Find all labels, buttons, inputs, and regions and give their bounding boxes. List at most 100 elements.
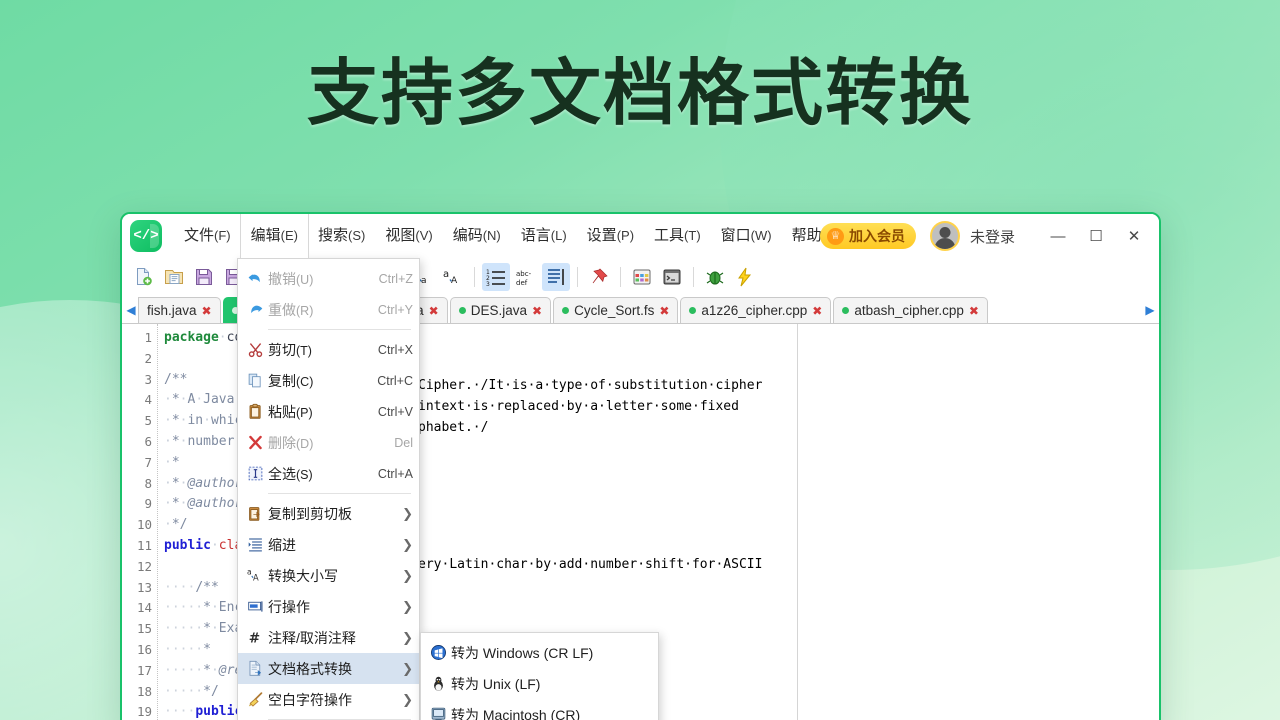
menu-item-copy[interactable]: 复制(C) Ctrl+C — [238, 365, 419, 396]
menu-label: 搜索 — [317, 227, 348, 244]
menu-language[interactable]: 语言(L) — [511, 214, 577, 258]
title-bar: </> 文件(F) 编辑(E) 搜索(S) 视图(V) 编码(N) 语言(L) 设置(P) 工… — [122, 214, 1159, 258]
submenu-item-to-macintosh[interactable]: 转为 Macintosh (CR) — [421, 699, 658, 720]
line-number: 10 — [136, 517, 152, 533]
menu-search[interactable]: 搜索(S) — [308, 214, 375, 258]
tab-close-icon[interactable]: ✖ — [532, 304, 542, 318]
chevron-right-icon: ❯ — [402, 629, 413, 645]
menu-label: 工具 — [654, 227, 685, 244]
chevron-right-icon: ❯ — [402, 598, 413, 614]
tab-scroll-right-icon[interactable]: ▶ — [1143, 297, 1157, 323]
svg-text:#: # — [248, 631, 259, 646]
avatar[interactable] — [929, 221, 960, 251]
menu-item-convert-case[interactable]: a A 转换大小写 ❯ — [238, 560, 419, 591]
debug-button[interactable] — [701, 263, 729, 291]
line-numbers-button[interactable]: 123 — [482, 263, 510, 291]
tab-close-icon[interactable]: ✖ — [202, 304, 212, 318]
menu-view[interactable]: 视图(V) — [375, 214, 442, 258]
chevron-right-icon: ❯ — [402, 536, 413, 552]
menu-tools[interactable]: 工具(T) — [644, 214, 711, 258]
run-button[interactable] — [731, 263, 759, 291]
join-membership-button[interactable]: ♕ 加入会员 — [819, 223, 916, 249]
editor-split-divider[interactable] — [797, 324, 798, 720]
menu-item-label: 删除(D) — [268, 434, 314, 451]
open-file-button[interactable] — [160, 263, 188, 291]
join-membership-label: 加入会员 — [848, 228, 905, 244]
submenu-item-label: 转为 Windows (CR LF) — [451, 644, 594, 661]
console-button[interactable] — [658, 263, 686, 291]
submenu-item-to-unix[interactable]: 转为 Unix (LF) — [421, 668, 658, 699]
minimize-button[interactable]: — — [1039, 221, 1077, 251]
tab-label: atbash_cipher.cpp — [854, 303, 964, 318]
tab-close-icon[interactable]: ✖ — [429, 304, 439, 318]
menu-item-label: 撤销(U) — [268, 270, 314, 287]
line-numbers-icon: 123 — [486, 267, 506, 287]
menu-item-indent[interactable]: 缩进 ❯ — [238, 529, 419, 560]
new-file-button[interactable] — [130, 263, 158, 291]
menu-file[interactable]: 文件(F) — [174, 214, 241, 258]
menu-item-paste[interactable]: 粘贴(P) Ctrl+V — [238, 396, 419, 427]
close-button[interactable]: ✕ — [1115, 221, 1153, 251]
menu-item-undo[interactable]: 撤销(U) Ctrl+Z — [238, 263, 419, 294]
tab-scroll-left-icon[interactable]: ◀ — [124, 297, 138, 323]
tab-fish-java[interactable]: fish.java ✖ — [138, 297, 221, 323]
menu-item-comment-uncomment[interactable]: # 注释/取消注释 ❯ — [238, 622, 419, 653]
svg-text:abc-: abc- — [516, 270, 532, 278]
crown-icon: ♕ — [826, 227, 844, 245]
maximize-button[interactable]: ☐ — [1077, 221, 1115, 251]
menu-window[interactable]: 窗口(W) — [711, 214, 782, 258]
new-file-icon — [134, 267, 154, 287]
broom-icon — [242, 691, 268, 708]
menu-encoding[interactable]: 编码(N) — [443, 214, 511, 258]
menu-item-shortcut: Ctrl+Y — [377, 302, 413, 317]
menu-item-redo[interactable]: 重做(R) Ctrl+Y — [238, 294, 419, 325]
menu-item-cut[interactable]: 剪切(T) Ctrl+X — [238, 334, 419, 365]
line-number: 4 — [144, 392, 152, 408]
line-number: 15 — [136, 621, 152, 637]
menu-settings[interactable]: 设置(P) — [577, 214, 644, 258]
edit-dropdown-menu[interactable]: 撤销(U) Ctrl+Z 重做(R) Ctrl+Y 剪切(T) Ctrl+X 复制(C) Ct… — [237, 258, 420, 720]
tab-a1z26-cipher-cpp[interactable]: a1z26_cipher.cpp ✖ — [680, 297, 832, 323]
line-number-gutter: 1234567891011121314151617181920212223 — [122, 324, 158, 720]
login-status-label[interactable]: 未登录 — [970, 226, 1015, 247]
tab-atbash-cipher-cpp[interactable]: atbash_cipher.cpp ✖ — [833, 297, 988, 323]
indent-guide-button[interactable] — [542, 263, 570, 291]
menu-item-eol-conversion[interactable]: 文档格式转换 ❯ — [238, 653, 419, 684]
windows-icon — [425, 644, 451, 661]
word-wrap-button[interactable]: abc-def — [512, 263, 540, 291]
color-picker-button[interactable] — [628, 263, 656, 291]
svg-text:a: a — [247, 568, 252, 577]
line-number: 9 — [144, 496, 152, 512]
tab-close-icon[interactable]: ✖ — [812, 304, 822, 318]
menu-item-label: 粘贴(P) — [268, 403, 313, 420]
tab-des-java[interactable]: DES.java ✖ — [449, 297, 552, 323]
menu-accel: (V) — [415, 228, 433, 243]
submenu-item-to-windows[interactable]: 转为 Windows (CR LF) — [421, 637, 658, 668]
menu-item-select-all[interactable]: 全选(S) Ctrl+A — [238, 458, 419, 489]
eol-conversion-submenu[interactable]: 转为 Windows (CR LF) 转为 Unix (LF) 转为 Macinto… — [420, 632, 659, 720]
tab-modified-dot-icon — [689, 307, 697, 314]
tab-label: fish.java — [147, 303, 197, 318]
menu-item-line-operations[interactable]: 行操作 ❯ — [238, 591, 419, 622]
tab-close-icon[interactable]: ✖ — [969, 304, 979, 318]
tab-close-icon[interactable]: ✖ — [659, 304, 669, 318]
menu-separator — [268, 329, 411, 330]
menu-item-label: 行操作 — [268, 598, 310, 615]
indent-guide-icon — [546, 267, 566, 287]
console-icon — [662, 267, 682, 287]
menu-item-copy-to-clipboard[interactable]: 复制到剪切板 ❯ — [238, 498, 419, 529]
menu-accel: (W) — [750, 228, 772, 243]
save-button[interactable] — [190, 263, 218, 291]
line-number: 6 — [144, 433, 152, 449]
menu-item-delete[interactable]: 删除(D) Del — [238, 427, 419, 458]
menu-edit[interactable]: 编辑(E) — [240, 214, 308, 258]
lowercase-button[interactable]: aA — [439, 263, 467, 291]
menu-item-blank-operations[interactable]: 空白字符操作 ❯ — [238, 684, 419, 715]
menu-item-label: 空白字符操作 — [268, 691, 352, 708]
tab-cycle-sort-fs[interactable]: Cycle_Sort.fs ✖ — [553, 297, 679, 323]
menu-accel: (N) — [482, 228, 501, 243]
tab-label: DES.java — [470, 303, 528, 318]
open-file-icon — [164, 267, 184, 287]
pin-window-button[interactable] — [585, 263, 613, 291]
menu-accel: (L) — [550, 228, 567, 243]
